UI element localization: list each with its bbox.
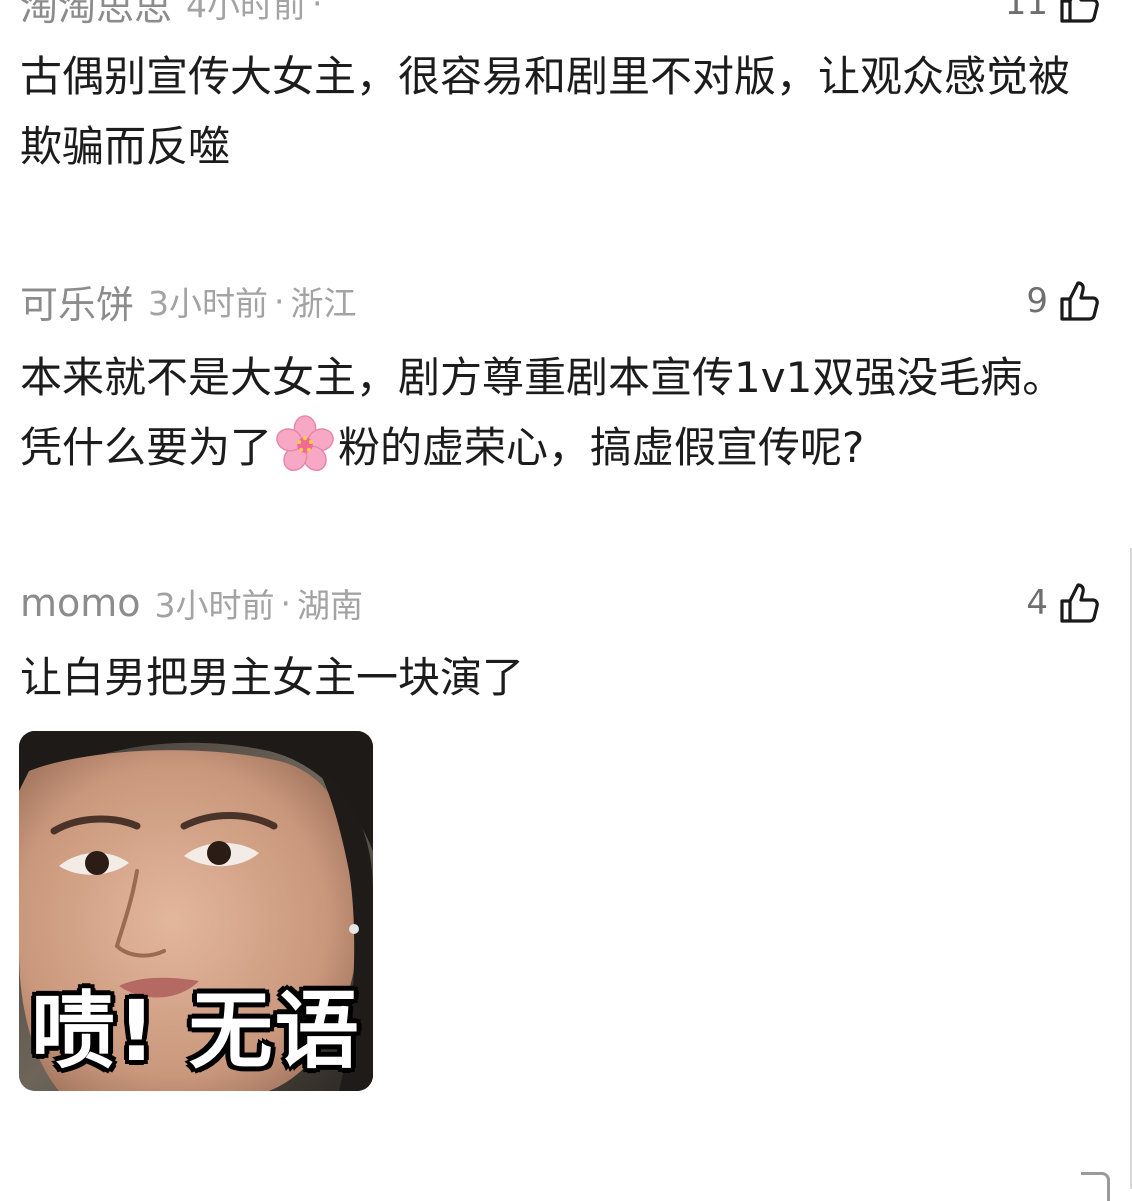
comment-text: 本来就不是大女主，剧方尊重剧本宣传1v1双强没毛病。凭什么要为了 粉的虚荣心，搞… (20, 343, 1104, 483)
comment-text: 古偶别宣传大女主，很容易和剧里不对版，让观众感觉被欺骗而反噬 (20, 52, 1071, 171)
like-count: 11 (1004, 0, 1048, 23)
thumbs-up-icon[interactable] (1056, 579, 1104, 627)
meme-image[interactable]: 啧! 无语 (19, 731, 373, 1091)
meme-caption: 啧! 无语 (31, 982, 361, 1080)
like-button[interactable]: 11 (1005, 0, 1104, 27)
like-count: 4 (1026, 583, 1048, 623)
cherry-blossom-icon (274, 414, 336, 476)
meta-separator-dot: · (274, 281, 285, 321)
comment-time: 3小时前 (148, 284, 269, 323)
like-button[interactable]: 9 (1026, 277, 1104, 325)
comment-text-part: 粉的虚荣心，搞虚假宣传呢? (338, 423, 865, 472)
comment-username[interactable]: 可乐饼 (20, 274, 134, 329)
comment-time: 4小时前 (186, 0, 307, 25)
like-button[interactable]: 4 (1026, 579, 1104, 627)
meta-separator-dot: · (280, 583, 292, 623)
thumbs-up-icon[interactable] (1056, 277, 1104, 325)
comment-meta: 淘淘思思 4小时前 · 11 (20, 0, 1104, 31)
comment-username[interactable]: momo (20, 581, 141, 625)
comment-meta: 可乐饼 3小时前 · 浙江 9 (20, 274, 1104, 329)
like-count: 9 (1026, 281, 1048, 321)
meta-separator-dot: · (312, 0, 323, 23)
comment-location: 浙江 (290, 284, 357, 323)
comment-time: 3小时前 (154, 586, 275, 625)
comment-text: 让白男把男主女主一块演了 (20, 653, 525, 702)
chevron-icon (1081, 1172, 1110, 1201)
comment-meta: momo 3小时前 · 湖南 4 (20, 578, 1104, 628)
thumbs-up-icon[interactable] (1056, 0, 1104, 27)
comment-username[interactable]: 淘淘思思 (20, 0, 172, 31)
comment-location: 湖南 (297, 586, 364, 625)
